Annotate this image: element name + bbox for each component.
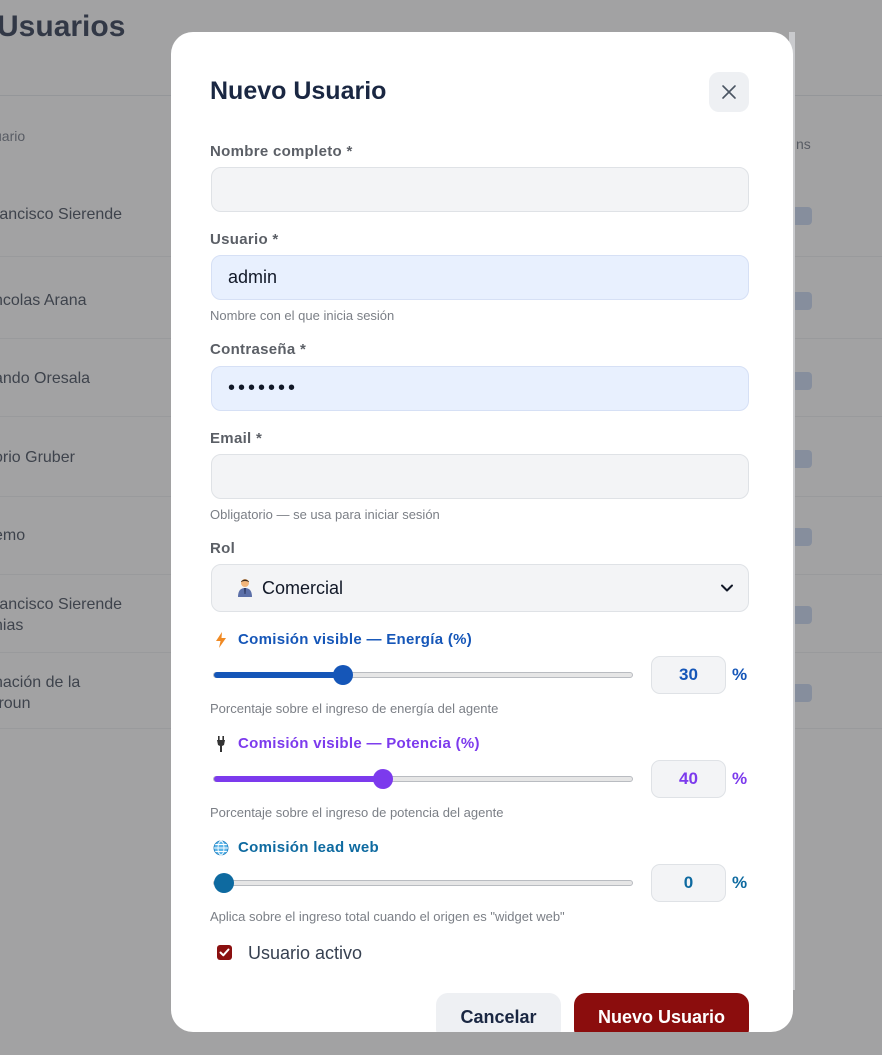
plug-icon xyxy=(213,735,229,752)
power-commission-label: Comisión visible — Potencia (%) xyxy=(213,735,480,752)
full-name-label: Nombre completo * xyxy=(210,143,353,160)
username-input[interactable] xyxy=(211,255,749,300)
power-percent-sign: % xyxy=(732,769,748,788)
energy-slider-thumb[interactable] xyxy=(333,665,354,685)
energy-commission-label-text: Comisión visible — Energía (%) xyxy=(238,631,473,648)
role-label: Rol xyxy=(210,540,236,557)
email-hint: Obligatorio — se usa para iniciar sesión xyxy=(210,507,440,522)
close-icon xyxy=(722,85,736,99)
close-button[interactable] xyxy=(709,72,749,112)
modal-title: Nuevo Usuario xyxy=(210,77,387,105)
web-slider-thumb[interactable] xyxy=(214,873,234,893)
power-slider-fill xyxy=(214,776,384,782)
person-office-worker-icon xyxy=(238,579,252,597)
energy-commission-input[interactable]: 30 xyxy=(651,656,726,694)
web-commission-input[interactable]: 0 xyxy=(651,864,726,902)
checkmark-icon xyxy=(219,948,230,957)
active-user-label[interactable]: Usuario activo xyxy=(248,943,362,964)
chevron-down-icon xyxy=(721,584,733,592)
web-percent-sign: % xyxy=(732,873,748,892)
password-input[interactable] xyxy=(211,366,749,411)
web-commission-label-text: Comisión lead web xyxy=(238,839,379,856)
web-commission-slider[interactable] xyxy=(213,873,633,893)
energy-commission-slider[interactable] xyxy=(213,665,633,685)
email-label: Email * xyxy=(210,430,263,447)
create-user-button[interactable]: Nuevo Usuario xyxy=(574,993,749,1032)
cancel-button[interactable]: Cancelar xyxy=(436,993,561,1032)
power-commission-hint: Porcentaje sobre el ingreso de potencia … xyxy=(210,805,504,820)
password-label: Contraseña * xyxy=(210,341,307,358)
energy-slider-fill xyxy=(214,672,344,678)
username-label: Usuario * xyxy=(210,231,279,248)
web-commission-label: Comisión lead web xyxy=(213,839,379,856)
power-slider-thumb[interactable] xyxy=(373,769,394,789)
lightning-icon xyxy=(213,631,229,648)
web-commission-hint: Aplica sobre el ingreso total cuando el … xyxy=(210,909,565,924)
email-input[interactable] xyxy=(211,454,749,499)
energy-percent-sign: % xyxy=(732,665,748,684)
power-commission-input[interactable]: 40 xyxy=(651,760,726,798)
energy-commission-label: Comisión visible — Energía (%) xyxy=(213,631,472,648)
energy-commission-hint: Porcentaje sobre el ingreso de energía d… xyxy=(210,701,499,716)
full-name-input[interactable] xyxy=(211,167,749,212)
globe-icon xyxy=(213,840,229,856)
role-select[interactable]: Comercial xyxy=(211,564,749,612)
active-user-checkbox[interactable] xyxy=(217,945,232,960)
new-user-modal: Nuevo Usuario Nombre completo * Usuario … xyxy=(171,32,793,1032)
power-commission-label-text: Comisión visible — Potencia (%) xyxy=(238,735,480,752)
role-select-value: Comercial xyxy=(262,577,344,598)
username-hint: Nombre con el que inicia sesión xyxy=(210,308,395,323)
power-commission-slider[interactable] xyxy=(213,769,633,789)
